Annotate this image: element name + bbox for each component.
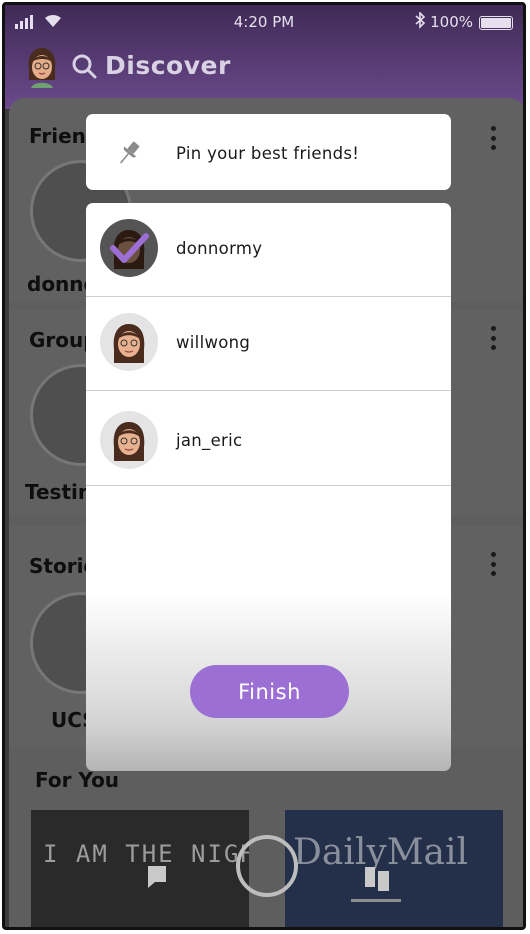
search-icon[interactable] — [71, 53, 97, 79]
more-options-icon[interactable] — [491, 326, 497, 350]
friend-row[interactable]: jan_eric — [86, 391, 451, 486]
group-label: Testin — [25, 480, 93, 504]
pin-prompt-text: Pin your best friends! — [176, 144, 360, 163]
phone-frame: 4:20 PM 100% Discover Frien donno Group … — [2, 2, 526, 930]
friend-username: jan_eric — [176, 431, 243, 450]
checkmark-icon — [110, 233, 149, 263]
friend-avatar — [100, 411, 158, 469]
friend-row[interactable]: willwong — [86, 297, 451, 391]
chat-icon[interactable] — [147, 865, 167, 889]
status-bar: 4:20 PM 100% — [5, 11, 523, 33]
pin-icon — [114, 138, 144, 168]
discover-card[interactable]: DailyMail — [285, 810, 503, 927]
camera-capture-button[interactable] — [236, 835, 298, 897]
battery-percent: 100% — [430, 13, 473, 31]
active-tab-indicator — [351, 899, 401, 902]
page-title[interactable]: Discover — [105, 51, 231, 80]
stories-icon[interactable] — [363, 865, 391, 891]
battery-icon — [479, 16, 513, 30]
discover-card[interactable]: I AM THE NIGHT — [31, 810, 249, 927]
friend-picker-list: donnormy willwong jan_eric Finish — [86, 203, 451, 771]
card-title: I AM THE NIGHT — [43, 840, 249, 868]
section-title: Frien — [29, 124, 86, 148]
friend-avatar — [100, 219, 158, 277]
top-bar: 4:20 PM 100% Discover — [5, 5, 523, 109]
friend-username: donnormy — [176, 239, 263, 258]
for-you-title: For You — [35, 768, 120, 792]
bitmoji-avatar-icon[interactable] — [23, 46, 61, 88]
finish-button[interactable]: Finish — [190, 665, 349, 718]
friend-avatar — [100, 313, 158, 371]
friend-username: willwong — [176, 333, 251, 352]
pin-best-friends-header: Pin your best friends! — [86, 114, 451, 190]
friend-row[interactable]: donnormy — [86, 203, 451, 297]
bluetooth-icon — [415, 11, 426, 33]
more-options-icon[interactable] — [491, 552, 497, 576]
more-options-icon[interactable] — [491, 126, 497, 150]
